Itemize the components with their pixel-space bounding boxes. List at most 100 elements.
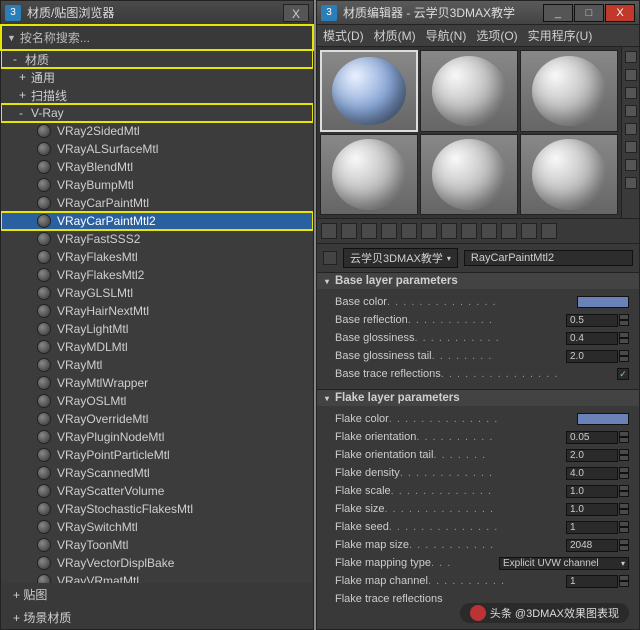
tool-icon[interactable] xyxy=(625,105,637,117)
spinner[interactable] xyxy=(619,503,629,515)
tree-item-vrayvectordisplbake[interactable]: VRayVectorDisplBake xyxy=(1,554,313,572)
tree-item-vraypluginnodemtl[interactable]: VRayPluginNodeMtl xyxy=(1,428,313,446)
menu-mode[interactable]: 模式(D) xyxy=(323,27,364,44)
tree-item-vrayscattervolume[interactable]: VRayScatterVolume xyxy=(1,482,313,500)
tree-item-vrayoverridemtl[interactable]: VRayOverrideMtl xyxy=(1,410,313,428)
tree-item-vraybumpmtl[interactable]: VRayBumpMtl xyxy=(1,176,313,194)
material-slot-4[interactable] xyxy=(320,134,418,216)
tree-item-vrayglslmtl[interactable]: VRayGLSLMtl xyxy=(1,284,313,302)
close-button[interactable]: X xyxy=(283,4,309,22)
tree-item-vraymtlwrapper[interactable]: VRayMtlWrapper xyxy=(1,374,313,392)
spinner[interactable] xyxy=(619,449,629,461)
tool-icon[interactable] xyxy=(625,123,637,135)
tree-item-vrayflakesmtl2[interactable]: VRayFlakesMtl2 xyxy=(1,266,313,284)
menu-util[interactable]: 实用程序(U) xyxy=(528,27,593,44)
material-slot-2[interactable] xyxy=(420,50,518,132)
material-slot-1[interactable] xyxy=(320,50,418,132)
tool-icon[interactable] xyxy=(521,223,537,239)
tree-group-scanline[interactable]: +扫描线 xyxy=(1,86,313,104)
tree-root-material[interactable]: -材质 xyxy=(1,50,313,68)
menu-nav[interactable]: 导航(N) xyxy=(426,27,467,44)
tree-item-vrayvrmatmtl[interactable]: VRayVRmatMtl xyxy=(1,572,313,583)
tree-item-vrayflakesmtl[interactable]: VRayFlakesMtl xyxy=(1,248,313,266)
flake-map-size-input[interactable]: 2048 xyxy=(566,539,618,552)
tool-icon[interactable] xyxy=(625,177,637,189)
tool-icon[interactable] xyxy=(341,223,357,239)
tool-icon[interactable] xyxy=(625,69,637,81)
tree-item-vrayalsurfacemtl[interactable]: VRayALSurfaceMtl xyxy=(1,140,313,158)
flake-map-type-dropdown[interactable]: Explicit UVW channel xyxy=(499,557,629,570)
flake-size-input[interactable]: 1.0 xyxy=(566,503,618,516)
spinner[interactable] xyxy=(619,575,629,587)
rollout-base-header[interactable]: Base layer parameters xyxy=(317,273,639,289)
search-bar[interactable]: ▼ 按名称搜索... xyxy=(1,25,313,50)
tool-icon[interactable] xyxy=(421,223,437,239)
base-gloss-tail-input[interactable]: 2.0 xyxy=(566,350,618,363)
flake-orient-input[interactable]: 0.05 xyxy=(566,431,618,444)
tree-item-vraycarpaintmtl2[interactable]: VRayCarPaintMtl2 xyxy=(1,212,313,230)
tree-item-vraylightmtl[interactable]: VRayLightMtl xyxy=(1,320,313,338)
base-color-swatch[interactable] xyxy=(577,296,629,308)
material-slot-6[interactable] xyxy=(520,134,618,216)
tree-item-vraymtl[interactable]: VRayMtl xyxy=(1,356,313,374)
tree-item-vraytoonmtl[interactable]: VRayToonMtl xyxy=(1,536,313,554)
tree-item-vraystochasticflakesmtl[interactable]: VRayStochasticFlakesMtl xyxy=(1,500,313,518)
spinner[interactable] xyxy=(619,431,629,443)
tree-item-vraycarpaintmtl[interactable]: VRayCarPaintMtl xyxy=(1,194,313,212)
tool-icon[interactable] xyxy=(381,223,397,239)
spinner[interactable] xyxy=(619,467,629,479)
flake-density-input[interactable]: 4.0 xyxy=(566,467,618,480)
tree-item-vrayswitchmtl[interactable]: VRaySwitchMtl xyxy=(1,518,313,536)
close-button[interactable]: X xyxy=(605,4,635,22)
menu-options[interactable]: 选项(O) xyxy=(476,27,517,44)
tool-icon[interactable] xyxy=(461,223,477,239)
base-glossiness-input[interactable]: 0.4 xyxy=(566,332,618,345)
base-reflection-input[interactable]: 0.5 xyxy=(566,314,618,327)
tool-icon[interactable] xyxy=(625,159,637,171)
tree-group-vray[interactable]: -V-Ray xyxy=(1,104,313,122)
minimize-button[interactable]: _ xyxy=(543,4,573,22)
tree-item-vrayhairnextmtl[interactable]: VRayHairNextMtl xyxy=(1,302,313,320)
tree-group-general[interactable]: +通用 xyxy=(1,68,313,86)
flake-map-channel-input[interactable]: 1 xyxy=(566,575,618,588)
maximize-button[interactable]: □ xyxy=(574,4,604,22)
tool-icon[interactable] xyxy=(441,223,457,239)
app-icon: 3 xyxy=(321,5,337,21)
tool-icon[interactable] xyxy=(625,87,637,99)
material-slot-5[interactable] xyxy=(420,134,518,216)
material-type-button[interactable]: RayCarPaintMtl2 xyxy=(464,250,633,266)
tool-icon[interactable] xyxy=(481,223,497,239)
tree-maps[interactable]: + 贴图 xyxy=(1,583,313,606)
material-slot-3[interactable] xyxy=(520,50,618,132)
tool-icon[interactable] xyxy=(361,223,377,239)
tool-icon[interactable] xyxy=(321,223,337,239)
spinner[interactable] xyxy=(619,332,629,344)
tree-item-vraymdlmtl[interactable]: VRayMDLMtl xyxy=(1,338,313,356)
tool-icon[interactable] xyxy=(401,223,417,239)
flake-color-swatch[interactable] xyxy=(577,413,629,425)
eyedropper-icon[interactable] xyxy=(323,251,337,265)
tool-icon[interactable] xyxy=(541,223,557,239)
flake-orient-tail-input[interactable]: 2.0 xyxy=(566,449,618,462)
tree-item-vray2sidedmtl[interactable]: VRay2SidedMtl xyxy=(1,122,313,140)
flake-scale-input[interactable]: 1.0 xyxy=(566,485,618,498)
base-trace-checkbox[interactable]: ✓ xyxy=(617,368,629,380)
tree-item-vraypointparticlemtl[interactable]: VRayPointParticleMtl xyxy=(1,446,313,464)
material-name-field[interactable]: 云学贝3DMAX教学 xyxy=(343,248,458,268)
tool-icon[interactable] xyxy=(625,51,637,63)
flake-seed-input[interactable]: 1 xyxy=(566,521,618,534)
rollout-flake-header[interactable]: Flake layer parameters xyxy=(317,390,639,406)
tree-item-vrayfastsss2[interactable]: VRayFastSSS2 xyxy=(1,230,313,248)
spinner[interactable] xyxy=(619,350,629,362)
spinner[interactable] xyxy=(619,521,629,533)
spinner[interactable] xyxy=(619,485,629,497)
tree-item-vrayoslmtl[interactable]: VRayOSLMtl xyxy=(1,392,313,410)
tool-icon[interactable] xyxy=(625,141,637,153)
tree-item-vrayblendmtl[interactable]: VRayBlendMtl xyxy=(1,158,313,176)
tree-item-vrayscannedmtl[interactable]: VRayScannedMtl xyxy=(1,464,313,482)
spinner[interactable] xyxy=(619,539,629,551)
tool-icon[interactable] xyxy=(501,223,517,239)
tree-scene-materials[interactable]: + 场景材质 xyxy=(1,606,313,629)
spinner[interactable] xyxy=(619,314,629,326)
menu-material[interactable]: 材质(M) xyxy=(374,27,416,44)
